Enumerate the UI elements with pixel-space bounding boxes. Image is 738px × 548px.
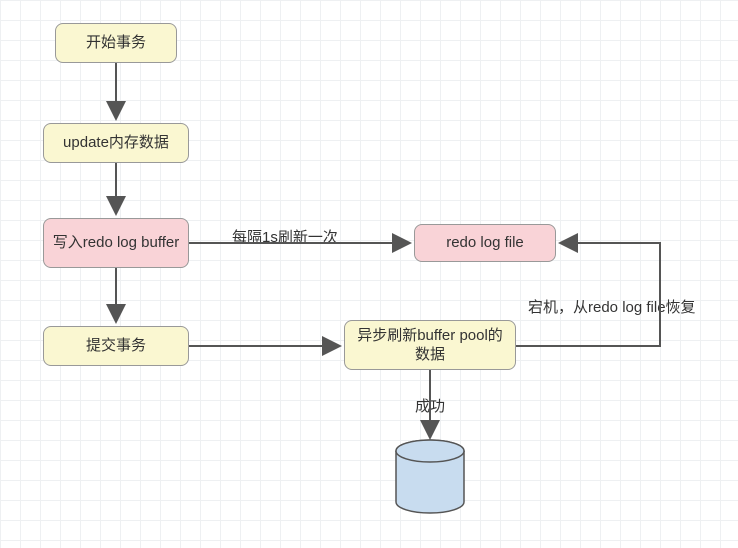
node-redo-log-file: redo log file	[414, 224, 556, 262]
node-async-flush: 异步刷新buffer pool的数据	[344, 320, 516, 370]
edge-label-crash-recover: 宕机，从redo log file恢复	[528, 296, 696, 317]
edge-label-success: 成功	[415, 395, 445, 416]
node-redo-log-buffer: 写入redo log buffer	[43, 218, 189, 268]
database-cylinder-icon	[396, 440, 464, 513]
node-update-memory: update内存数据	[43, 123, 189, 163]
edge-label-interval-flush: 每隔1s刷新一次	[232, 226, 338, 247]
diagram-edges	[0, 0, 738, 548]
node-commit-transaction: 提交事务	[43, 326, 189, 366]
node-start-transaction: 开始事务	[55, 23, 177, 63]
